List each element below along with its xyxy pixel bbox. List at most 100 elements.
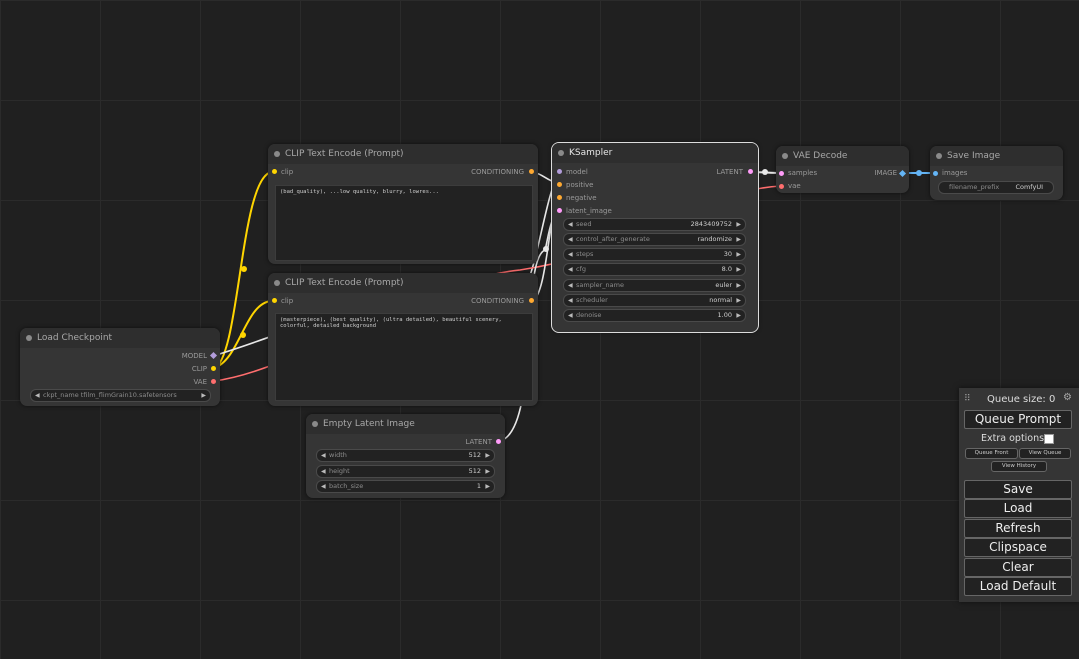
collapse-dot-icon[interactable] <box>936 153 942 159</box>
vae-input-pin[interactable] <box>779 184 784 189</box>
collapse-dot-icon[interactable] <box>782 153 788 159</box>
widget-sampler-name[interactable]: ◀ sampler_name euler ▶ <box>563 279 746 292</box>
prompt-textarea[interactable]: (bad_quality), ...low quality, blurry, l… <box>275 185 533 261</box>
positive-input-pin[interactable] <box>557 182 562 187</box>
decrement-arrow-icon[interactable]: ◀ <box>568 295 573 306</box>
widget-cfg[interactable]: ◀ cfg 8.0 ▶ <box>563 263 746 276</box>
increment-arrow-icon[interactable]: ▶ <box>485 481 490 492</box>
widget-denoise[interactable]: ◀ denoise 1.00 ▶ <box>563 309 746 322</box>
node-header[interactable]: CLIP Text Encode (Prompt) <box>268 144 538 164</box>
widget-ckpt-name[interactable]: ◀ ckpt_name tfilm_flimGrain10.safetensors… <box>30 389 211 402</box>
queue-prompt-button[interactable]: Queue Prompt <box>964 410 1072 429</box>
vae-output-pin[interactable] <box>211 379 216 384</box>
samples-input-label: samples <box>788 169 818 177</box>
increment-arrow-icon[interactable]: ▶ <box>736 264 741 275</box>
collapse-dot-icon[interactable] <box>274 280 280 286</box>
queue-front-button[interactable]: Queue Front <box>965 448 1018 459</box>
model-output-label: MODEL <box>181 352 207 360</box>
node-vae-decode[interactable]: VAE Decode samples vae IMAGE <box>776 146 909 193</box>
prompt-textarea[interactable]: (masterpiece), (best quality), (ultra de… <box>275 313 533 401</box>
widget-seed[interactable]: ◀ seed 2843409752 ▶ <box>563 218 746 231</box>
increment-arrow-icon[interactable]: ▶ <box>736 249 741 260</box>
image-output-pin[interactable] <box>898 169 907 178</box>
node-header[interactable]: VAE Decode <box>776 146 909 166</box>
conditioning-output-pin[interactable] <box>529 298 534 303</box>
collapse-dot-icon[interactable] <box>558 150 564 156</box>
clipspace-button[interactable]: Clipspace <box>964 538 1072 557</box>
node-clip-text-encode-positive[interactable]: CLIP Text Encode (Prompt) clip CONDITION… <box>268 144 538 264</box>
widget-steps[interactable]: ◀ steps 30 ▶ <box>563 248 746 261</box>
node-save-image[interactable]: Save Image images filename_prefix ComfyUI <box>930 146 1063 200</box>
decrement-arrow-icon[interactable]: ◀ <box>568 310 573 321</box>
clear-button[interactable]: Clear <box>964 558 1072 577</box>
node-title: CLIP Text Encode (Prompt) <box>285 278 404 288</box>
decrement-arrow-icon[interactable]: ◀ <box>321 466 326 477</box>
grip-icon[interactable]: ⠿ <box>964 394 971 404</box>
widget-value: 30 <box>723 250 732 258</box>
negative-input-label: negative <box>566 194 597 202</box>
increment-arrow-icon[interactable]: ▶ <box>736 280 741 291</box>
node-ksampler[interactable]: KSampler model positive negative latent_… <box>551 142 759 333</box>
view-queue-button[interactable]: View Queue <box>1019 448 1071 459</box>
load-default-button[interactable]: Load Default <box>964 577 1072 596</box>
node-header[interactable]: CLIP Text Encode (Prompt) <box>268 273 538 293</box>
node-header[interactable]: Save Image <box>930 146 1063 166</box>
view-history-button[interactable]: View History <box>991 461 1047 472</box>
collapse-dot-icon[interactable] <box>26 335 32 341</box>
decrement-arrow-icon[interactable]: ◀ <box>35 390 40 401</box>
widget-label: batch_size <box>329 482 364 490</box>
widget-value: randomize <box>697 235 732 243</box>
model-output-pin[interactable] <box>209 351 218 360</box>
increment-arrow-icon[interactable]: ▶ <box>736 295 741 306</box>
model-input-pin[interactable] <box>557 169 562 174</box>
samples-input-pin[interactable] <box>779 171 784 176</box>
latent-output-pin[interactable] <box>748 169 753 174</box>
widget-height[interactable]: ◀ height 512 ▶ <box>316 465 495 478</box>
widget-width[interactable]: ◀ width 512 ▶ <box>316 449 495 462</box>
latent-output-label: LATENT <box>465 438 492 446</box>
decrement-arrow-icon[interactable]: ◀ <box>321 450 326 461</box>
decrement-arrow-icon[interactable]: ◀ <box>568 234 573 245</box>
latent-image-input-pin[interactable] <box>557 208 562 213</box>
collapse-dot-icon[interactable] <box>274 151 280 157</box>
conditioning-output-pin[interactable] <box>529 169 534 174</box>
images-input-pin[interactable] <box>933 171 938 176</box>
collapse-dot-icon[interactable] <box>312 421 318 427</box>
clip-input-pin[interactable] <box>272 298 277 303</box>
increment-arrow-icon[interactable]: ▶ <box>485 466 490 477</box>
extra-options-label: Extra options <box>981 433 1045 444</box>
negative-input-pin[interactable] <box>557 195 562 200</box>
gear-icon[interactable]: ⚙ <box>1063 392 1072 403</box>
widget-control-after-generate[interactable]: ◀ control_after_generate randomize ▶ <box>563 233 746 246</box>
widget-label: sampler_name <box>576 281 624 289</box>
decrement-arrow-icon[interactable]: ◀ <box>568 264 573 275</box>
widget-filename-prefix[interactable]: filename_prefix ComfyUI <box>938 181 1054 194</box>
clip-input-pin[interactable] <box>272 169 277 174</box>
clip-output-pin[interactable] <box>211 366 216 371</box>
node-load-checkpoint[interactable]: Load Checkpoint MODEL CLIP VAE ◀ ckpt_nam… <box>20 328 220 406</box>
decrement-arrow-icon[interactable]: ◀ <box>568 219 573 230</box>
extra-options-checkbox[interactable] <box>1044 434 1054 444</box>
widget-scheduler[interactable]: ◀ scheduler normal ▶ <box>563 294 746 307</box>
node-header[interactable]: Empty Latent Image <box>306 414 505 434</box>
node-header[interactable]: Load Checkpoint <box>20 328 220 348</box>
node-title: Load Checkpoint <box>37 333 113 343</box>
node-empty-latent-image[interactable]: Empty Latent Image LATENT ◀ width 512 ▶ ◀ he… <box>306 414 505 498</box>
save-button[interactable]: Save <box>964 480 1072 499</box>
decrement-arrow-icon[interactable]: ◀ <box>568 249 573 260</box>
increment-arrow-icon[interactable]: ▶ <box>736 219 741 230</box>
widget-batch-size[interactable]: ◀ batch_size 1 ▶ <box>316 480 495 493</box>
refresh-button[interactable]: Refresh <box>964 519 1072 538</box>
increment-arrow-icon[interactable]: ▶ <box>736 310 741 321</box>
increment-arrow-icon[interactable]: ▶ <box>736 234 741 245</box>
load-button[interactable]: Load <box>964 499 1072 518</box>
decrement-arrow-icon[interactable]: ◀ <box>321 481 326 492</box>
latent-output-label: LATENT <box>716 168 743 176</box>
latent-output-pin[interactable] <box>496 439 501 444</box>
decrement-arrow-icon[interactable]: ◀ <box>568 280 573 291</box>
increment-arrow-icon[interactable]: ▶ <box>485 450 490 461</box>
increment-arrow-icon[interactable]: ▶ <box>201 390 206 401</box>
widget-label: scheduler <box>576 296 608 304</box>
node-header[interactable]: KSampler <box>552 143 758 163</box>
node-clip-text-encode-negative[interactable]: CLIP Text Encode (Prompt) clip CONDITION… <box>268 273 538 406</box>
